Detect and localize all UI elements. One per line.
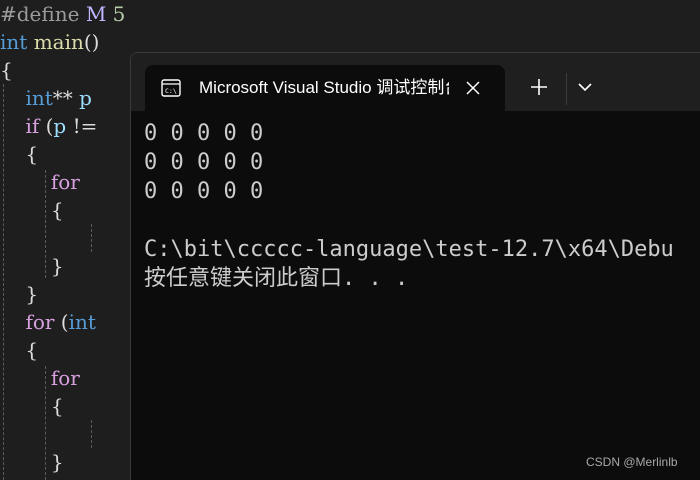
- indent-guide: [91, 420, 92, 448]
- close-icon[interactable]: [463, 78, 483, 98]
- code-token: 5: [112, 2, 126, 26]
- code-token: p: [79, 86, 92, 110]
- indent-guide: [45, 170, 46, 278]
- code-line: for: [0, 168, 80, 196]
- code-line: for (int: [0, 308, 96, 336]
- code-token: {: [0, 198, 64, 222]
- console-app-icon: C:\: [161, 79, 181, 97]
- code-token: int: [25, 86, 53, 110]
- code-token: }: [0, 254, 64, 278]
- code-token: (: [39, 114, 54, 138]
- output-line: 0 0 0 0 0: [144, 179, 264, 204]
- plus-icon[interactable]: [527, 75, 551, 99]
- output-line: 按任意键关闭此窗口. . .: [144, 266, 409, 291]
- terminal-tab[interactable]: C:\ Microsoft Visual Studio 调试控制台: [145, 65, 505, 111]
- code-token: p: [53, 114, 67, 138]
- code-token: #define: [0, 2, 86, 26]
- output-line: 0 0 0 0 0: [144, 121, 264, 146]
- terminal-titlebar[interactable]: C:\ Microsoft Visual Studio 调试控制台: [131, 53, 700, 111]
- code-line: for: [0, 364, 80, 392]
- code-line: }: [0, 448, 64, 476]
- code-line: {: [0, 196, 64, 224]
- code-line: {: [0, 336, 38, 364]
- code-token: {: [0, 58, 13, 82]
- code-token: for: [25, 310, 55, 334]
- screenshot-root: #define M 5 int main() { int** p if (p !…: [0, 0, 700, 480]
- code-token: int: [0, 30, 28, 54]
- indent-guide: [45, 366, 46, 480]
- code-token: **: [52, 86, 80, 110]
- code-line: #define M 5: [0, 0, 125, 28]
- code-token: int: [68, 310, 96, 334]
- code-token: for: [50, 170, 80, 194]
- code-token: }: [0, 450, 64, 474]
- code-token: for: [50, 366, 80, 390]
- code-token: main: [33, 30, 84, 54]
- code-token: {: [0, 338, 39, 362]
- code-line: {: [0, 392, 64, 420]
- terminal-window[interactable]: C:\ Microsoft Visual Studio 调试控制台 0 0 0 …: [130, 52, 700, 480]
- code-token: if: [25, 114, 40, 138]
- output-line: C:\bit\ccccc-language\test-12.7\x64\Debu: [144, 237, 674, 262]
- code-line: int** p: [0, 84, 92, 112]
- code-token: !=: [66, 114, 98, 138]
- code-line: }: [0, 280, 38, 308]
- code-token: }: [0, 282, 39, 306]
- chevron-down-icon[interactable]: [575, 77, 595, 97]
- console-output[interactable]: 0 0 0 0 0 0 0 0 0 0 0 0 0 0 0 C:\bit\ccc…: [131, 111, 700, 480]
- code-token: M: [85, 2, 107, 26]
- csdn-watermark: CSDN @Merlinlb: [586, 455, 678, 469]
- code-line: {: [0, 140, 38, 168]
- code-token: (: [54, 310, 69, 334]
- indent-guide: [91, 224, 92, 252]
- tab-title: Microsoft Visual Studio 调试控制台: [199, 78, 449, 97]
- code-line: if (p !=: [0, 112, 97, 140]
- code-token: {: [0, 142, 39, 166]
- code-line: }: [0, 252, 64, 280]
- indent-guide: [3, 84, 4, 480]
- code-line: int main(): [0, 28, 99, 56]
- svg-text:C:\: C:\: [165, 87, 177, 95]
- titlebar-separator: [566, 73, 567, 105]
- code-token: {: [0, 394, 64, 418]
- output-line: 0 0 0 0 0: [144, 150, 264, 175]
- code-token: (): [83, 30, 100, 54]
- code-line: {: [0, 56, 13, 84]
